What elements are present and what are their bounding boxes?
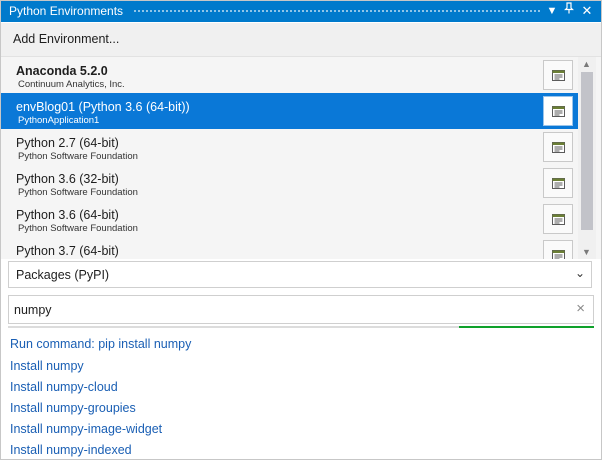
interactive-window-icon: [552, 70, 565, 81]
scroll-down-icon[interactable]: ▼: [582, 247, 591, 257]
install-package-link[interactable]: Install numpy-indexed: [10, 443, 132, 457]
environment-name: Python 3.6 (32-bit): [16, 172, 119, 186]
environment-list: Python 3.7 (64-bit) Python 3.6 (64-bit) Py…: [1, 57, 601, 259]
package-search-value: numpy: [14, 303, 52, 317]
dropdown-icon[interactable]: ▼: [544, 2, 560, 20]
title-bar: Python Environments ▼ ✕: [1, 1, 601, 22]
run-command-link[interactable]: Run command: pip install numpy: [10, 337, 191, 351]
environment-publisher: Python Software Foundation: [18, 187, 138, 198]
open-interactive-window-button[interactable]: [543, 132, 573, 162]
scroll-thumb[interactable]: [581, 72, 593, 230]
environment-name: Anaconda 5.2.0: [16, 64, 108, 78]
chevron-down-icon[interactable]: ⌄: [575, 266, 585, 280]
open-interactive-window-button[interactable]: [543, 168, 573, 198]
packages-view-select[interactable]: Packages (PyPI) ⌄: [8, 261, 592, 288]
environment-publisher: Python Software Foundation: [18, 223, 138, 234]
environment-item[interactable]: Python 3.6 (64-bit) Python Software Found…: [1, 201, 578, 237]
interactive-window-icon: [552, 142, 565, 153]
environment-item[interactable]: Python 3.6 (32-bit) Python Software Found…: [1, 165, 578, 201]
environment-name: Python 3.6 (64-bit): [16, 208, 119, 222]
environment-name: envBlog01 (Python 3.6 (64-bit)): [16, 100, 190, 114]
environment-item[interactable]: Anaconda 5.2.0 Continuum Analytics, Inc.: [1, 57, 578, 93]
environment-publisher: Continuum Analytics, Inc.: [18, 79, 125, 90]
add-environment-button[interactable]: Add Environment...: [1, 23, 601, 57]
environment-item[interactable]: envBlog01 (Python 3.6 (64-bit)) PythonApp…: [1, 93, 578, 129]
panel-title: Python Environments: [9, 4, 124, 18]
package-search-input[interactable]: numpy ×: [8, 295, 594, 324]
interactive-window-icon: [552, 178, 565, 189]
install-package-link[interactable]: Install numpy: [10, 359, 84, 373]
python-environments-panel: Python Environments ▼ ✕ Add Environment.…: [0, 0, 602, 460]
install-package-link[interactable]: Install numpy-groupies: [10, 401, 136, 415]
open-interactive-window-button[interactable]: [543, 96, 573, 126]
interactive-window-icon: [552, 214, 565, 225]
search-progress-bar: [8, 326, 594, 328]
search-progress-fill: [459, 326, 594, 328]
scroll-up-icon[interactable]: ▲: [582, 59, 591, 69]
packages-view-value: Packages (PyPI): [16, 268, 110, 282]
environment-publisher: PythonApplication1: [18, 115, 100, 126]
drag-grip[interactable]: [133, 9, 541, 14]
interactive-window-icon: [552, 106, 565, 117]
open-interactive-window-button[interactable]: [543, 240, 573, 259]
install-package-link[interactable]: Install numpy-cloud: [10, 380, 118, 394]
close-icon[interactable]: ✕: [579, 2, 595, 20]
environment-publisher: Python Software Foundation: [18, 151, 138, 162]
pin-icon[interactable]: [561, 2, 577, 20]
open-interactive-window-button[interactable]: [543, 60, 573, 90]
environment-name: Python 3.7 (64-bit): [16, 244, 119, 258]
list-scrollbar[interactable]: ▲ ▼: [578, 57, 596, 259]
add-environment-label: Add Environment...: [13, 32, 120, 46]
clear-search-icon[interactable]: ×: [576, 300, 585, 317]
interactive-window-icon: [552, 250, 565, 259]
open-interactive-window-button[interactable]: [543, 204, 573, 234]
install-package-link[interactable]: Install numpy-image-widget: [10, 422, 162, 436]
environment-item[interactable]: Python 3.7 (64-bit): [1, 237, 578, 259]
environment-name: Python 2.7 (64-bit): [16, 136, 119, 150]
environment-item[interactable]: Python 2.7 (64-bit) Python Software Found…: [1, 129, 578, 165]
